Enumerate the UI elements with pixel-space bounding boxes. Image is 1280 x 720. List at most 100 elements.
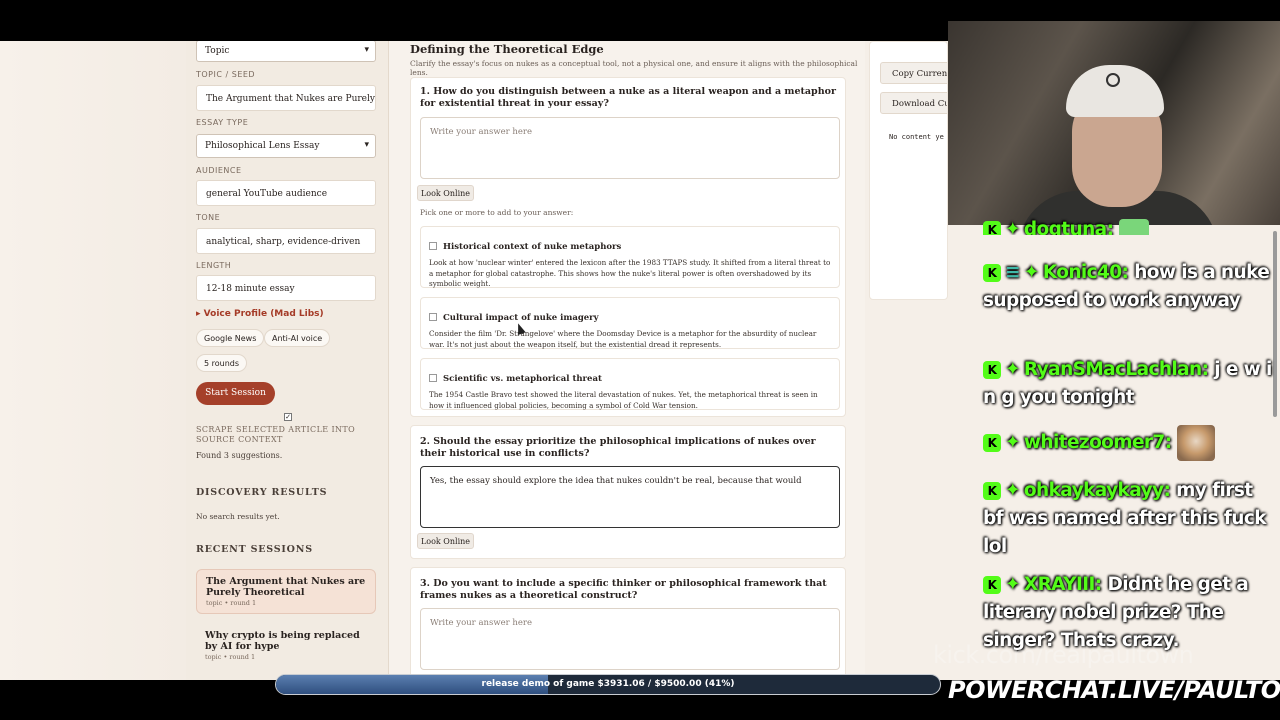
voice-profile-toggle[interactable]: ▸ Voice Profile (Mad Libs) [196,309,324,319]
scrape-checkbox[interactable]: ✓ [284,413,292,421]
found-suggestions-text: Found 3 suggestions. [196,451,283,460]
session-title: Why crypto is being replaced by AI for h… [205,630,360,652]
recent-sessions-heading: RECENT SESSIONS [196,544,313,555]
sparkle-icon: ✦ [1005,359,1021,380]
suggestion-card[interactable]: Historical context of nuke metaphors Loo… [420,226,840,288]
look-online-button[interactable]: Look Online [417,185,474,201]
download-button[interactable]: Download Cu [880,92,947,114]
length-label: LENGTH [196,261,232,270]
question-title: 3. Do you want to include a specific thi… [420,578,827,601]
chip-google-news[interactable]: Google News [196,329,265,347]
copy-current-button[interactable]: Copy Current [880,62,947,84]
chat-text: Didnt he get a literary nobel prize? The… [983,574,1249,651]
suggestion-card[interactable]: Cultural impact of nuke imagery Consider… [420,297,840,349]
start-session-button[interactable]: Start Session [196,382,275,405]
question-card: 1. How do you distinguish between a nuke… [410,77,846,417]
suggestion-title: Scientific vs. metaphorical threat [443,374,602,384]
chat-username: dogtuna: [1023,219,1114,235]
mode-select-value: Topic [205,46,230,56]
cap-logo-icon [1106,73,1120,87]
essay-type-value: Philosophical Lens Essay [205,141,320,151]
no-results-text: No search results yet. [196,512,280,521]
donation-goal-text: release demo of game $3931.06 / $9500.00… [481,679,735,689]
donation-goal-bar: release demo of game $3931.06 / $9500.00… [275,674,941,695]
kick-badge-icon: K [983,482,1001,500]
kick-badge-icon: K [983,434,1001,452]
suggestion-card[interactable]: Scientific vs. metaphorical threat The 1… [420,358,840,410]
chat-message: K ✦ RyanSMacLachlan: j e w i n g you tonig… [983,356,1273,412]
kick-badge-icon: K [983,264,1001,282]
session-meta: topic • round 1 [205,653,256,661]
kick-badge-icon: K [983,221,1001,235]
tone-input[interactable]: analytical, sharp, evidence-driven [196,228,376,254]
main-panel: Defining the Theoretical Edge Clarify th… [389,41,865,680]
suggestion-body: Consider the film 'Dr. Strangelove' wher… [429,329,817,349]
chat-overlay: K ✦ dogtuna: K ≡ ✦ Konic40: how is a nuke sup… [948,219,1280,680]
kick-watermark: kick.com/realpaultown [933,641,1194,669]
suggestion-checkbox[interactable] [429,374,437,382]
suggestion-checkbox[interactable] [429,313,437,321]
scrape-label: SCRAPE SELECTED ARTICLE INTO SOURCE CONT… [196,425,356,444]
webcam-overlay [948,21,1280,225]
answer-textarea[interactable]: Write your answer here [420,608,840,670]
sparkle-icon: ✦ [1005,219,1021,235]
chat-username: Konic40: [1042,262,1129,283]
page-title: Defining the Theoretical Edge [410,42,604,56]
suggestion-checkbox[interactable] [429,242,437,250]
topic-label: TOPIC / SEED [196,70,256,79]
topic-input[interactable]: The Argument that Nukes are Purely T [196,85,376,111]
audience-input[interactable]: general YouTube audience [196,180,376,206]
answer-textarea[interactable]: Yes, the essay should explore the idea t… [420,466,840,528]
sparkle-icon: ✦ [1005,432,1021,453]
chip-rounds[interactable]: 5 rounds [196,354,248,372]
chat-username: ohkaykaykayy: [1023,480,1171,501]
sparkle-icon: ✦ [1023,262,1040,283]
question-title: 1. How do you distinguish between a nuke… [420,86,836,109]
session-meta: topic • round 1 [206,599,257,607]
kick-badge-icon: K [983,576,1001,594]
caret-right-icon: ▸ [196,309,201,319]
chat-message: K ≡ ✦ Konic40: how is a nuke supposed to wo… [983,259,1273,315]
session-card[interactable]: The Argument that Nukes are Purely Theor… [196,569,376,614]
answer-textarea[interactable]: Write your answer here [420,117,840,179]
chat-username: RyanSMacLachlan: [1023,359,1209,380]
sparkle-icon: ✦ [1005,574,1021,595]
chat-scrollbar[interactable] [1273,231,1277,417]
suggestion-body: Look at how 'nuclear winter' entered the… [429,258,831,288]
question-title: 2. Should the essay prioritize the philo… [420,436,816,459]
emote-icon [1119,219,1150,235]
output-panel: Copy Current Download Cu No content ye [869,41,948,300]
audience-label: AUDIENCE [196,166,242,175]
chevron-down-icon: ▾ [364,45,369,55]
question-card: 2. Should the essay prioritize the philo… [410,425,846,559]
chat-username: XRAYIII: [1023,574,1102,595]
session-card[interactable]: Why crypto is being replaced by AI for h… [196,624,376,667]
suggestion-body: The 1954 Castle Bravo test showed the li… [429,390,818,410]
voice-profile-label: Voice Profile (Mad Libs) [203,309,324,319]
chip-anti-ai-voice[interactable]: Anti-AI voice [264,329,331,347]
chat-message: K ✦ ohkaykaykayy: my first bf was named af… [983,477,1273,561]
chevron-down-icon: ▾ [364,140,369,150]
sidebar: Topic ▾ TOPIC / SEED The Argument that Nu… [186,41,389,680]
mode-select[interactable]: Topic ▾ [196,41,376,62]
cat-emote-icon [1177,425,1216,461]
essay-type-label: ESSAY TYPE [196,118,249,127]
question-card: 3. Do you want to include a specific thi… [410,567,846,680]
chat-username: whitezoomer7: [1023,432,1172,453]
sparkle-icon: ✦ [1005,480,1021,501]
discovery-heading: DISCOVERY RESULTS [196,487,328,498]
length-input[interactable]: 12-18 minute essay [196,275,376,301]
page-subtitle: Clarify the essay's focus on nukes as a … [410,59,858,77]
chat-message: K ✦ dogtuna: [983,213,1183,235]
page-background [0,41,186,680]
bars-icon: ≡ [1005,262,1021,283]
essay-type-select[interactable]: Philosophical Lens Essay ▾ [196,134,376,158]
session-title: The Argument that Nukes are Purely Theor… [206,576,366,598]
pick-hint: Pick one or more to add to your answer: [420,208,574,217]
look-online-button[interactable]: Look Online [417,533,474,549]
empty-output-text: No content ye [889,133,944,141]
suggestion-title: Historical context of nuke metaphors [443,242,622,252]
kick-badge-icon: K [983,361,1001,379]
chat-message: K ✦ whitezoomer7: [983,425,1273,461]
tone-label: TONE [196,213,221,222]
